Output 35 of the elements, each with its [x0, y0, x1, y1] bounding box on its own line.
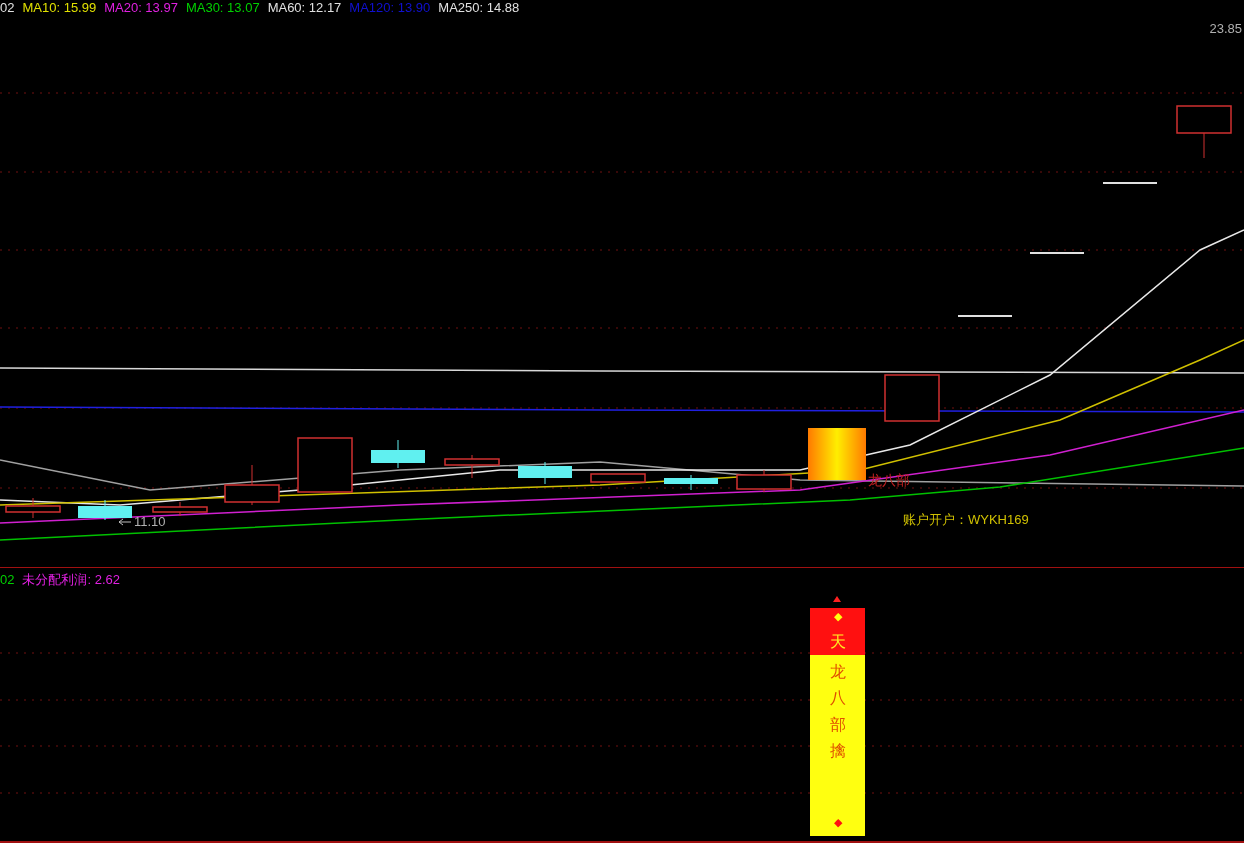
candlestick — [1176, 105, 1232, 159]
low-price-label: 11.10 — [134, 514, 166, 529]
moving-average-legend: MA30: 13.07 — [185, 0, 260, 15]
arrow-up-icon — [833, 596, 841, 602]
diamond-mark: ◆ — [833, 610, 842, 622]
candlestick — [518, 461, 572, 485]
candlestick — [371, 439, 425, 469]
candlestick — [444, 454, 500, 479]
candlestick — [664, 474, 718, 491]
moving-average-legend: MA10: 15.99 — [22, 0, 97, 15]
candlestick — [736, 469, 792, 493]
highlighted-candlestick — [808, 428, 866, 480]
price-label: 23.85 — [1209, 21, 1242, 36]
signal-text: 龙八部擒 — [829, 662, 846, 762]
candlestick — [152, 501, 208, 517]
candlestick — [224, 464, 280, 506]
moving-average-legend: MA250: 14.88 — [438, 0, 520, 15]
diamond-mark: ◆ — [833, 816, 842, 828]
arrow-left-icon — [118, 517, 132, 526]
moving-average-legend: MA20: 13.97 — [104, 0, 178, 15]
indicator-legend: 02 — [0, 572, 15, 587]
candlestick — [590, 473, 646, 483]
candlestick — [1029, 252, 1085, 254]
candlestick — [297, 437, 353, 493]
candlestick — [884, 374, 940, 422]
candlestick — [5, 497, 61, 519]
indicator-legend: 未分配利润: 2.62 — [22, 572, 120, 587]
candlestick — [1102, 182, 1158, 184]
account-note: 账户开户：WYKH169 — [903, 511, 1029, 529]
moving-average-legend: MA120: 13.90 — [349, 0, 431, 15]
signal-text: 天 — [829, 633, 846, 651]
moving-average-legend: 02 — [0, 0, 15, 15]
candlestick — [78, 499, 132, 521]
candlestick — [957, 315, 1013, 317]
moving-average-legend: MA60: 12.17 — [267, 0, 342, 15]
